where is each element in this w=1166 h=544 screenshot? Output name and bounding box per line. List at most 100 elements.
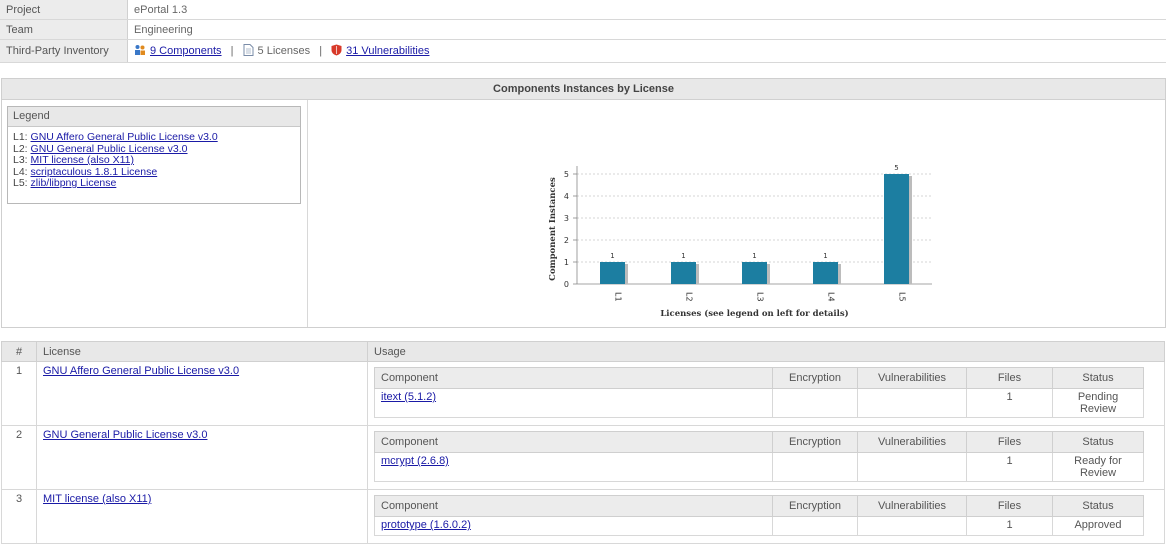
components-link[interactable]: 9 Components [150,45,222,57]
inventory-label: Third-Party Inventory [0,40,128,63]
status-cell: Ready for Review [1053,453,1144,482]
usage-col-vulnerabilities: Vulnerabilities [858,368,967,389]
document-icon [243,44,254,59]
usage-col-component: Component [375,368,773,389]
component-link[interactable]: prototype (1.6.0.2) [381,519,471,531]
x-tick-label: L4 [827,292,836,302]
license-link[interactable]: MIT license (also X11) [43,493,151,505]
usage-col-files: Files [967,496,1053,517]
usage-col-status: Status [1053,368,1144,389]
chart-panel-title: Components Instances by License [2,79,1165,100]
usage-table: Component Encryption Vulnerabilities Fil… [374,431,1144,482]
usage-col-component: Component [375,432,773,453]
y-tick-label: 5 [564,170,569,179]
project-value: ePortal 1.3 [128,0,1166,20]
separator: | [231,45,234,57]
usage-col-component: Component [375,496,773,517]
inventory-summary: 9 Components | 5 Licenses | 31 Vulnerabi… [128,40,1166,63]
y-tick-label: 4 [564,192,569,201]
y-tick-label: 0 [564,280,569,289]
vulnerabilities-link[interactable]: 31 Vulnerabilities [346,45,429,57]
col-number: # [2,342,37,362]
legend-link[interactable]: MIT license (also X11) [31,154,134,166]
vulnerabilities-cell [858,517,967,536]
usage-col-encryption: Encryption [773,432,858,453]
legend-key: L1: [13,131,28,143]
vulnerabilities-cell [858,389,967,418]
y-tick-label: 3 [564,214,569,223]
usage-col-files: Files [967,432,1053,453]
license-link[interactable]: GNU General Public License v3.0 [43,429,207,441]
usage-col-files: Files [967,368,1053,389]
usage-col-vulnerabilities: Vulnerabilities [858,496,967,517]
legend-key: L4: [13,166,28,178]
legend-key: L5: [13,177,28,189]
y-tick-label: 1 [564,258,569,267]
bar [671,262,696,284]
data-label: 1 [610,252,614,260]
table-row: 1 GNU Affero General Public License v3.0… [2,362,1165,426]
project-label: Project [0,0,128,20]
row-number: 3 [2,490,37,544]
team-value: Engineering [128,20,1166,40]
x-tick-label: L5 [898,292,907,302]
bar [813,262,838,284]
encryption-cell [773,517,858,536]
usage-table: Component Encryption Vulnerabilities Fil… [374,367,1144,418]
legend-link[interactable]: GNU Affero General Public License v3.0 [31,131,218,143]
x-axis-label: Licenses (see legend on left for details… [660,308,848,319]
separator: | [319,45,322,57]
components-icon [134,44,146,59]
usage-col-encryption: Encryption [773,496,858,517]
usage-table: Component Encryption Vulnerabilities Fil… [374,495,1144,536]
usage-col-status: Status [1053,496,1144,517]
shield-icon [331,44,342,59]
row-number: 2 [2,426,37,490]
usage-col-encryption: Encryption [773,368,858,389]
col-usage: Usage [368,342,1165,362]
data-label: 1 [823,252,827,260]
licenses-table: # License Usage 1 GNU Affero General Pub… [1,341,1165,544]
bar [742,262,767,284]
panel-divider [307,100,308,327]
legend-key: L2: [13,143,28,155]
component-link[interactable]: itext (5.1.2) [381,391,436,403]
files-cell: 1 [967,389,1053,418]
y-axis-label: Component Instances [548,177,558,281]
licenses-count: 5 Licenses [258,45,311,57]
data-label: 1 [681,252,685,260]
table-row: 2 GNU General Public License v3.0 Compon… [2,426,1165,490]
component-link[interactable]: mcrypt (2.6.8) [381,455,449,467]
x-tick-label: L1 [614,292,623,302]
legend-box: Legend L1: GNU Affero General Public Lic… [7,106,301,204]
legend-link[interactable]: GNU General Public License v3.0 [31,143,188,155]
x-tick-label: L2 [685,292,694,302]
table-row: 3 MIT license (also X11) Component Encry… [2,490,1165,544]
status-cell: Approved [1053,517,1144,536]
license-bar-chart: 0 1 2 3 4 5 1 L1 1 L2 1 L3 1 L4 5 L5 Licenses (see legen… [532,119,952,319]
usage-col-vulnerabilities: Vulnerabilities [858,432,967,453]
legend-link[interactable]: zlib/libpng License [31,177,117,189]
project-info-table: Project ePortal 1.3 Team Engineering Thi… [0,0,1166,63]
chart-panel: Components Instances by License Legend L… [1,78,1166,328]
legend-title: Legend [8,107,300,127]
legend-item: L5: zlib/libpng License [13,178,300,190]
encryption-cell [773,453,858,482]
legend-key: L3: [13,154,28,166]
encryption-cell [773,389,858,418]
vulnerabilities-cell [858,453,967,482]
usage-col-status: Status [1053,432,1144,453]
row-number: 1 [2,362,37,426]
data-label: 1 [752,252,756,260]
license-link[interactable]: GNU Affero General Public License v3.0 [43,365,239,377]
status-cell: Pending Review [1053,389,1144,418]
col-license: License [37,342,368,362]
bar [600,262,625,284]
x-tick-label: L3 [756,292,765,302]
files-cell: 1 [967,453,1053,482]
files-cell: 1 [967,517,1053,536]
y-tick-label: 2 [564,236,569,245]
legend-link[interactable]: scriptaculous 1.8.1 License [31,166,158,178]
legend-list: L1: GNU Affero General Public License v3… [8,127,300,190]
data-label: 5 [894,164,898,172]
